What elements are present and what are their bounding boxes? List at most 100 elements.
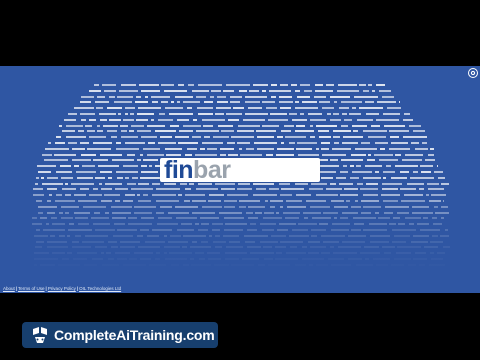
pattern-segment: [141, 171, 158, 173]
pattern-segment: [213, 263, 229, 266]
pattern-segment: [337, 84, 357, 86]
pattern-segment: [212, 229, 221, 231]
pattern-segment: [310, 118, 327, 121]
pattern-segment: [223, 200, 237, 202]
pattern-segment: [414, 147, 428, 150]
footer-link-about[interactable]: About: [3, 286, 15, 291]
pattern-segment: [410, 142, 419, 144]
pattern-segment: [281, 142, 285, 144]
pattern-segment: [378, 159, 398, 162]
pattern-segment: [134, 205, 156, 208]
pattern-segment: [442, 200, 444, 202]
pattern-segment: [239, 153, 262, 156]
pattern-segment: [245, 240, 256, 243]
pattern-segment: [216, 95, 226, 98]
pattern-segment: [164, 89, 188, 92]
pattern-segment: [34, 258, 58, 260]
pattern-segment: [366, 159, 375, 162]
pattern-segment: [371, 89, 375, 92]
pattern-segment: [268, 188, 279, 191]
pattern-segment: [415, 252, 426, 255]
pattern-segment: [326, 113, 331, 115]
pattern-segment: [225, 246, 243, 249]
pattern-segment: [410, 240, 428, 243]
pattern-segment: [375, 211, 379, 214]
pattern-segment: [302, 101, 317, 104]
pattern-segment: [329, 182, 336, 185]
pattern-segment: [391, 229, 416, 231]
pattern-segment: [191, 200, 206, 202]
pattern-segment: [120, 84, 136, 86]
pattern-segment: [421, 142, 428, 144]
pattern-segment: [85, 234, 109, 237]
footer-link-terms[interactable]: Terms of Use: [18, 286, 45, 291]
pattern-segment: [47, 246, 68, 249]
pattern-segment: [182, 101, 200, 104]
pattern-segment: [114, 223, 126, 226]
pattern-segment: [309, 188, 323, 191]
pattern-segment: [206, 252, 220, 255]
pattern-segment: [420, 229, 441, 231]
pattern-segment: [298, 223, 318, 226]
pattern-segment: [412, 234, 429, 237]
pattern-segment: [218, 211, 242, 214]
pattern-segment: [262, 124, 280, 127]
pattern-segment: [294, 101, 299, 104]
pattern-segment: [412, 171, 418, 173]
pattern-segment: [75, 234, 81, 237]
footer-link-company[interactable]: OIL Technologies Ltd: [79, 286, 121, 291]
pattern-segment: [45, 147, 69, 150]
pattern-segment: [352, 217, 376, 220]
pattern-segment: [398, 101, 400, 104]
pattern-segment: [359, 188, 378, 191]
pattern-segment: [110, 205, 132, 208]
pattern-segment: [223, 89, 235, 92]
footer-link-privacy[interactable]: Privacy Policy: [48, 286, 76, 291]
pattern-segment: [311, 229, 327, 231]
pattern-segment: [334, 217, 338, 220]
pattern-segment: [276, 252, 283, 255]
pattern-segment: [322, 153, 347, 156]
pattern-segment: [231, 263, 254, 266]
pattern-segment: [363, 89, 370, 92]
pattern-segment: [374, 171, 379, 173]
pattern-segment: [321, 252, 331, 255]
pattern-segment: [130, 124, 144, 127]
pattern-segment: [280, 130, 291, 133]
pattern-segment: [331, 263, 352, 266]
pattern-segment: [331, 200, 344, 202]
pattern-segment: [66, 124, 84, 127]
pattern-segment: [89, 136, 107, 139]
pattern-segment: [137, 182, 149, 185]
pattern-segment: [198, 84, 223, 86]
pattern-segment: [183, 124, 201, 127]
pattern-segment: [280, 205, 283, 208]
pattern-segment: [144, 95, 148, 98]
pattern-segment: [58, 234, 65, 237]
pattern-segment: [183, 263, 189, 266]
pattern-segment: [354, 200, 358, 202]
pattern-segment: [330, 229, 349, 231]
pattern-segment: [368, 223, 387, 226]
finbar-search-box[interactable]: finbar: [160, 158, 320, 182]
pattern-segment: [181, 246, 187, 249]
pattern-segment: [389, 136, 399, 139]
pattern-segment: [304, 89, 313, 92]
pattern-segment: [122, 263, 146, 266]
pattern-segment: [143, 147, 161, 150]
pattern-segment: [319, 223, 329, 226]
pattern-segment: [421, 171, 432, 173]
pattern-segment: [379, 147, 385, 150]
pattern-segment: [202, 205, 223, 208]
settings-button[interactable]: [468, 68, 478, 78]
pattern-segment: [348, 234, 366, 237]
pattern-segment: [151, 118, 155, 121]
pattern-segment: [248, 89, 259, 92]
pattern-segment: [343, 136, 364, 139]
pattern-segment: [112, 159, 135, 162]
pattern-segment: [290, 246, 298, 249]
pattern-segment: [146, 234, 159, 237]
pattern-segment: [109, 118, 122, 121]
pattern-segment: [404, 217, 421, 220]
pattern-segment: [115, 188, 129, 191]
